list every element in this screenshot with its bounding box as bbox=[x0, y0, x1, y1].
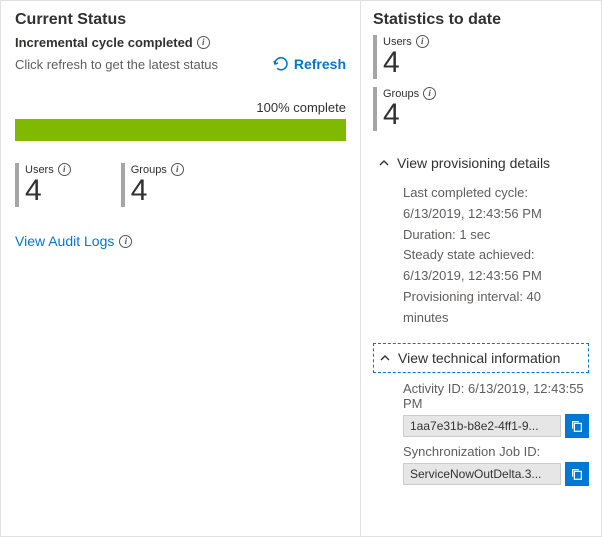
groups-stat: Groups i 4 bbox=[373, 87, 589, 131]
progress-label: 100% complete bbox=[15, 100, 346, 115]
steady-state-value: 6/13/2019, 12:43:56 PM bbox=[403, 266, 589, 287]
audit-logs-label: View Audit Logs bbox=[15, 233, 114, 249]
duration-label: Duration: 1 sec bbox=[403, 225, 589, 246]
groups-value: 4 bbox=[131, 176, 184, 206]
sync-job-id-label: Synchronization Job ID: bbox=[403, 444, 589, 459]
users-value: 4 bbox=[25, 176, 71, 206]
last-cycle-label: Last completed cycle: bbox=[403, 183, 589, 204]
audit-logs-link[interactable]: View Audit Logs i bbox=[15, 233, 132, 249]
copy-icon bbox=[570, 419, 584, 433]
current-status-title: Current Status bbox=[15, 11, 346, 29]
info-icon[interactable]: i bbox=[58, 163, 71, 176]
stat-accent-bar bbox=[15, 163, 19, 207]
stat-accent-bar bbox=[121, 163, 125, 207]
users-value: 4 bbox=[383, 48, 429, 78]
status-stats: Users i 4 Groups i 4 bbox=[15, 163, 346, 207]
statistics-panel: Statistics to date Users i 4 Groups i bbox=[361, 1, 601, 536]
statistics-stats: Users i 4 Groups i 4 bbox=[373, 35, 589, 131]
copy-icon bbox=[570, 467, 584, 481]
stat-accent-bar bbox=[373, 87, 377, 131]
interval-label: Provisioning interval: 40 minutes bbox=[403, 287, 589, 329]
technical-info-expander[interactable]: View technical information bbox=[373, 343, 589, 373]
provisioning-details-label: View provisioning details bbox=[397, 155, 550, 171]
provisioning-details: Last completed cycle: 6/13/2019, 12:43:5… bbox=[373, 177, 589, 343]
statistics-title: Statistics to date bbox=[373, 11, 589, 29]
steady-state-label: Steady state achieved: bbox=[403, 245, 589, 266]
chevron-up-icon bbox=[379, 158, 389, 168]
cycle-subtitle: Incremental cycle completed bbox=[15, 35, 193, 50]
refresh-hint: Click refresh to get the latest status bbox=[15, 57, 218, 72]
users-stat: Users i 4 bbox=[15, 163, 71, 207]
progress-bar bbox=[15, 119, 346, 141]
cycle-subtitle-row: Incremental cycle completed i bbox=[15, 35, 346, 50]
provisioning-details-expander[interactable]: View provisioning details bbox=[373, 149, 589, 177]
info-icon[interactable]: i bbox=[171, 163, 184, 176]
groups-stat: Groups i 4 bbox=[121, 163, 184, 207]
info-icon[interactable]: i bbox=[119, 235, 132, 248]
users-stat: Users i 4 bbox=[373, 35, 589, 79]
current-status-panel: Current Status Incremental cycle complet… bbox=[1, 1, 361, 536]
activity-id-label: Activity ID: 6/13/2019, 12:43:55 PM bbox=[403, 381, 589, 411]
refresh-icon bbox=[273, 56, 289, 72]
stat-accent-bar bbox=[373, 35, 377, 79]
copy-sync-job-id-button[interactable] bbox=[565, 462, 589, 486]
info-icon[interactable]: i bbox=[423, 87, 436, 100]
refresh-button[interactable]: Refresh bbox=[273, 56, 346, 72]
refresh-label: Refresh bbox=[294, 56, 346, 72]
activity-id-value[interactable]: 1aa7e31b-b8e2-4ff1-9... bbox=[403, 415, 561, 437]
info-icon[interactable]: i bbox=[197, 36, 210, 49]
groups-value: 4 bbox=[383, 100, 436, 130]
technical-info-label: View technical information bbox=[398, 350, 560, 366]
copy-activity-id-button[interactable] bbox=[565, 414, 589, 438]
info-icon[interactable]: i bbox=[416, 35, 429, 48]
last-cycle-value: 6/13/2019, 12:43:56 PM bbox=[403, 204, 589, 225]
chevron-up-icon bbox=[380, 353, 390, 363]
technical-info: Activity ID: 6/13/2019, 12:43:55 PM 1aa7… bbox=[373, 373, 589, 486]
sync-job-id-value[interactable]: ServiceNowOutDelta.3... bbox=[403, 463, 561, 485]
